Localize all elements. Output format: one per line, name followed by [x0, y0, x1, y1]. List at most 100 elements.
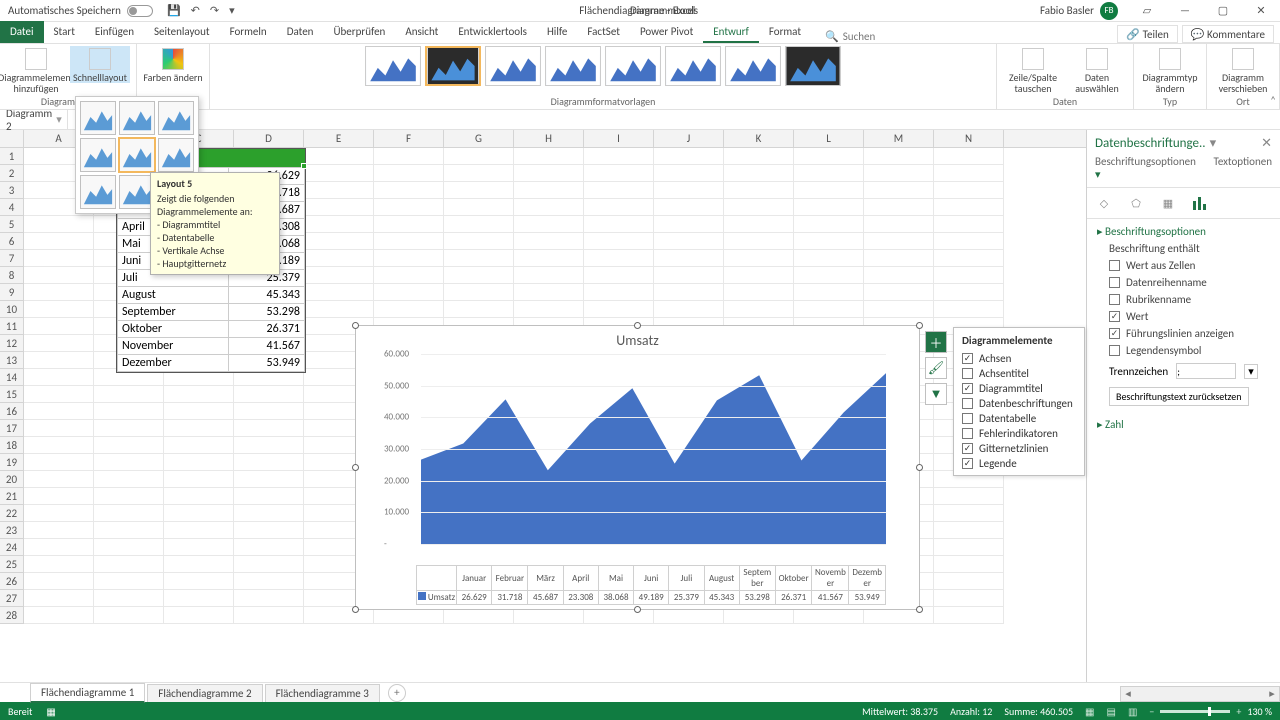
column-header[interactable]: M: [864, 130, 934, 147]
chart-style-7[interactable]: [725, 46, 781, 86]
row-header[interactable]: 24: [0, 539, 24, 556]
tab-entwicklertools[interactable]: Entwicklertools: [448, 21, 537, 43]
row-header[interactable]: 4: [0, 199, 24, 216]
chart-element-option[interactable]: ✓Diagrammtitel: [954, 381, 1084, 396]
page-break-icon[interactable]: ▥: [1128, 705, 1137, 718]
column-header[interactable]: K: [724, 130, 794, 147]
maximize-icon[interactable]: ▢: [1204, 0, 1242, 22]
column-header[interactable]: J: [654, 130, 724, 147]
row-header[interactable]: 22: [0, 505, 24, 522]
name-box[interactable]: Diagramm 2▾: [0, 107, 68, 133]
row-header[interactable]: 16: [0, 403, 24, 420]
resize-handle[interactable]: [352, 464, 359, 471]
label-option[interactable]: ✓Wert: [1097, 308, 1270, 325]
add-chart-element-button[interactable]: Diagrammelement hinzufügen: [6, 46, 66, 94]
tab-start[interactable]: Start: [44, 21, 85, 43]
select-data-button[interactable]: Daten auswählen: [1067, 46, 1127, 94]
label-option[interactable]: Wert aus Zellen: [1097, 257, 1270, 274]
close-icon[interactable]: ✕: [1242, 0, 1280, 22]
add-sheet-button[interactable]: +: [388, 684, 406, 702]
ribbon-display-icon[interactable]: ▱: [1128, 0, 1166, 22]
row-header[interactable]: 2: [0, 165, 24, 182]
chart-elements-button[interactable]: ＋: [925, 331, 947, 353]
zoom-slider[interactable]: [1160, 710, 1230, 713]
layout-option-7[interactable]: [80, 175, 116, 209]
tab-format[interactable]: Format: [759, 21, 811, 43]
pane-menu-icon[interactable]: ▾: [1210, 136, 1217, 151]
row-header[interactable]: 21: [0, 488, 24, 505]
section-header[interactable]: ▸ Beschriftungsoptionen: [1097, 225, 1270, 238]
resize-handle[interactable]: [916, 322, 923, 329]
fill-icon[interactable]: ◇: [1095, 194, 1113, 212]
chart-element-option[interactable]: ✓Gitternetzlinien: [954, 441, 1084, 456]
tab-ueberpruefen[interactable]: Überprüfen: [323, 21, 395, 43]
normal-view-icon[interactable]: ▦: [1085, 705, 1094, 718]
column-header[interactable]: D: [234, 130, 304, 147]
pane-tab-text[interactable]: Textoptionen: [1213, 155, 1272, 181]
chart-style-2[interactable]: [425, 46, 481, 86]
sheet-tab-1[interactable]: Flächendiagramme 1: [30, 683, 145, 703]
plot-area[interactable]: 60.00050.00040.00030.00020.00010.000-: [386, 354, 886, 554]
avatar[interactable]: FB: [1100, 2, 1118, 20]
chart-style-3[interactable]: [485, 46, 541, 86]
layout-option-2[interactable]: [119, 101, 155, 135]
label-option[interactable]: Legendensymbol: [1097, 342, 1270, 359]
row-header[interactable]: 15: [0, 386, 24, 403]
tab-ansicht[interactable]: Ansicht: [395, 21, 448, 43]
redo-icon[interactable]: ↷: [210, 4, 219, 17]
search-box[interactable]: 🔍 Suchen: [825, 30, 875, 43]
change-colors-button[interactable]: Farben ändern: [143, 46, 203, 83]
tab-daten[interactable]: Daten: [277, 21, 324, 43]
chart-style-1[interactable]: [365, 46, 421, 86]
chart-styles-button[interactable]: 🖌: [925, 357, 947, 379]
resize-handle[interactable]: [916, 464, 923, 471]
page-layout-icon[interactable]: ▤: [1107, 705, 1116, 718]
effects-icon[interactable]: ⬠: [1127, 194, 1145, 212]
row-header[interactable]: 25: [0, 556, 24, 573]
column-header[interactable]: N: [934, 130, 1004, 147]
tab-entwurf[interactable]: Entwurf: [703, 21, 759, 43]
layout-option-3[interactable]: [158, 101, 194, 135]
row-header[interactable]: 14: [0, 369, 24, 386]
size-icon[interactable]: ▦: [1159, 194, 1177, 212]
row-header[interactable]: 28: [0, 607, 24, 624]
fill-handle[interactable]: [301, 163, 307, 169]
tab-factset[interactable]: FactSet: [577, 21, 630, 43]
tab-datei[interactable]: Datei: [0, 21, 44, 43]
resize-handle[interactable]: [634, 322, 641, 329]
row-header[interactable]: 11: [0, 318, 24, 335]
row-header[interactable]: 7: [0, 250, 24, 267]
chart-style-4[interactable]: [545, 46, 601, 86]
dropdown-icon[interactable]: ▾: [1244, 364, 1258, 379]
tab-powerpivot[interactable]: Power Pivot: [630, 21, 703, 43]
tab-hilfe[interactable]: Hilfe: [537, 21, 577, 43]
chart-style-6[interactable]: [665, 46, 721, 86]
zoom-out-icon[interactable]: −: [1149, 705, 1154, 718]
chart-object[interactable]: Umsatz 60.00050.00040.00030.00020.00010.…: [355, 325, 920, 610]
row-header[interactable]: 27: [0, 590, 24, 607]
chart-element-option[interactable]: Fehlerindikatoren: [954, 426, 1084, 441]
row-header[interactable]: 10: [0, 301, 24, 318]
column-header[interactable]: F: [374, 130, 444, 147]
row-header[interactable]: 12: [0, 335, 24, 352]
resize-handle[interactable]: [634, 606, 641, 613]
resize-handle[interactable]: [352, 322, 359, 329]
change-chart-type-button[interactable]: Diagrammtyp ändern: [1140, 46, 1200, 94]
row-header[interactable]: 5: [0, 216, 24, 233]
resize-handle[interactable]: [352, 606, 359, 613]
save-icon[interactable]: 💾: [167, 4, 181, 17]
chart-style-5[interactable]: [605, 46, 661, 86]
row-header[interactable]: 23: [0, 522, 24, 539]
tab-formeln[interactable]: Formeln: [220, 21, 277, 43]
row-header[interactable]: 18: [0, 437, 24, 454]
chart-title[interactable]: Umsatz: [356, 326, 919, 351]
undo-icon[interactable]: ↶: [191, 4, 200, 17]
layout-option-5[interactable]: [119, 138, 155, 172]
switch-row-column-button[interactable]: Zeile/Spalte tauschen: [1003, 46, 1063, 94]
section-zahl[interactable]: ▸ Zahl: [1097, 418, 1270, 431]
share-button[interactable]: 🔗 Teilen: [1117, 25, 1177, 43]
tab-seitenlayout[interactable]: Seitenlayout: [144, 21, 220, 43]
chart-styles-gallery[interactable]: [365, 46, 841, 95]
separator-input[interactable]: [1176, 363, 1236, 379]
label-option[interactable]: Rubrikenname: [1097, 291, 1270, 308]
